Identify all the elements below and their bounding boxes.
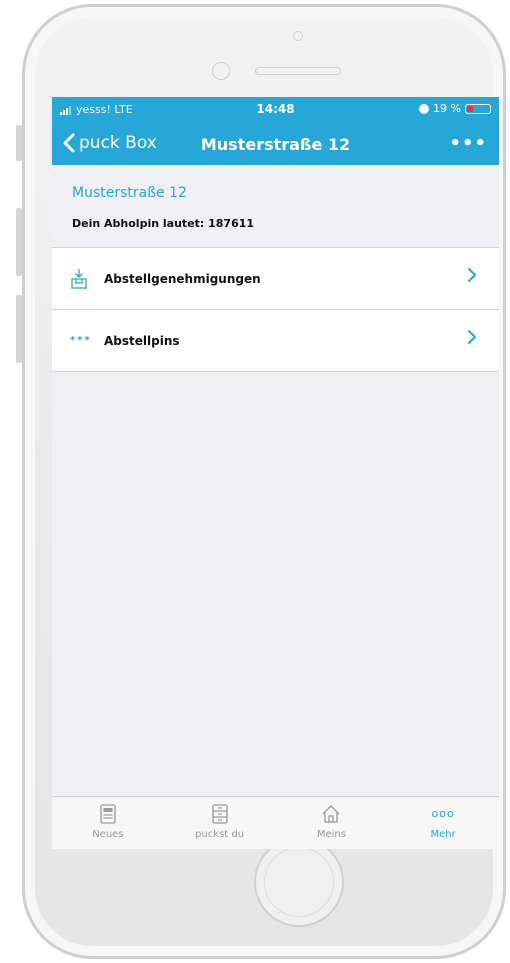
settings-list: Abstellgenehmigungen *** Abstellpins <box>52 247 499 372</box>
chevron-left-icon <box>63 133 75 153</box>
address-title: Musterstraße 12 <box>72 185 187 201</box>
alarm-icon <box>419 103 430 114</box>
address-header: Musterstraße 12 Dein Abholpin lautet: 18… <box>52 165 499 247</box>
back-label: puck Box <box>79 133 157 153</box>
earpiece-speaker <box>255 67 341 75</box>
back-button[interactable]: puck Box <box>62 133 157 153</box>
package-download-icon <box>52 268 104 290</box>
tab-puckst-du[interactable]: puckst du <box>164 797 276 849</box>
tab-label: Meins <box>316 829 346 840</box>
list-item-label: Abstellpins <box>104 333 180 348</box>
tab-bar: Neues puckst du Meins ooo Mehr <box>52 796 499 849</box>
home-icon <box>322 805 340 823</box>
tab-neues[interactable]: Neues <box>52 797 164 849</box>
list-item-label: Abstellgenehmigungen <box>104 271 261 286</box>
tab-mehr[interactable]: ooo Mehr <box>387 797 499 849</box>
chevron-right-icon <box>468 268 476 282</box>
app-screen: yesss! LTE 14:48 19 % puck Box Musterstr… <box>52 97 499 849</box>
more-options-button[interactable]: ••• <box>449 133 487 154</box>
navigation-bar: puck Box Musterstraße 12 ••• <box>52 123 499 165</box>
pin-dots-icon: *** <box>70 335 92 346</box>
battery-percent: 19 % <box>433 102 461 115</box>
chevron-right-icon <box>468 330 476 344</box>
home-button[interactable] <box>254 837 344 927</box>
cabinet-icon <box>211 804 228 824</box>
tab-meins[interactable]: Meins <box>276 797 388 849</box>
status-bar: yesss! LTE 14:48 19 % <box>52 97 499 123</box>
front-camera <box>293 31 303 41</box>
newspaper-icon <box>100 804 116 824</box>
tab-label: puckst du <box>195 829 245 840</box>
list-item-abstellpins[interactable]: *** Abstellpins <box>52 309 499 371</box>
more-icon: ooo <box>431 807 455 820</box>
status-right: 19 % <box>419 102 491 115</box>
pickup-pin-text: Dein Abholpin lautet: 187611 <box>72 217 255 230</box>
tab-label: Mehr <box>430 829 456 840</box>
battery-icon <box>465 103 491 114</box>
tab-label: Neues <box>92 829 124 840</box>
list-item-abstellgenehmigungen[interactable]: Abstellgenehmigungen <box>52 248 499 309</box>
proximity-sensor <box>212 62 230 80</box>
